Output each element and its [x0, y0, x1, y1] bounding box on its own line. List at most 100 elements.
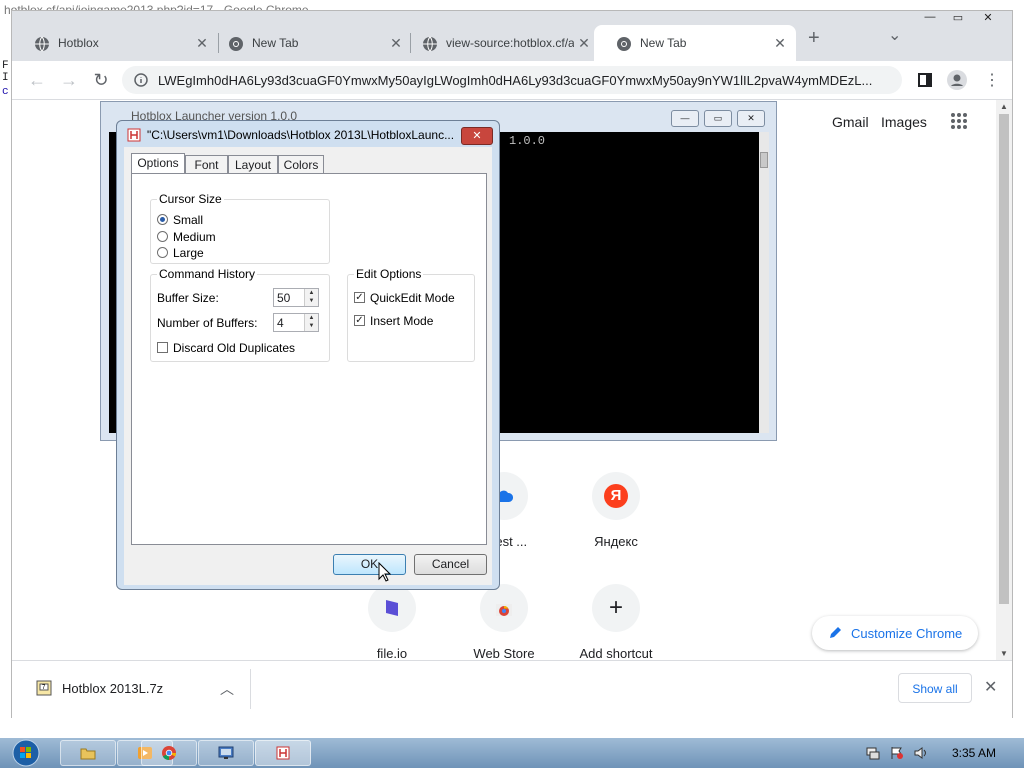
restore-button[interactable]: ▭: [704, 110, 732, 127]
close-icon[interactable]: ✕: [576, 35, 592, 51]
checkbox-label: QuickEdit Mode: [370, 291, 455, 305]
radio-large[interactable]: [157, 247, 168, 258]
tab-strip: Hotblox ✕ New Tab ✕ view-source:hotblox.…: [12, 11, 1012, 61]
taskbar-remote-desktop[interactable]: [198, 740, 254, 766]
radio-label: Small: [173, 213, 204, 227]
cursor-size-group: Cursor Size Small Medium Large: [150, 192, 330, 264]
chrome-icon: [617, 37, 631, 51]
insert-mode-checkbox[interactable]: ✓: [354, 315, 365, 326]
scroll-up-icon[interactable]: ▲: [1000, 102, 1008, 111]
dialog-body: Options Font Layout Colors Cursor Size S…: [124, 147, 492, 585]
group-title: Cursor Size: [157, 192, 224, 206]
profile-avatar-icon[interactable]: [947, 70, 967, 90]
forward-button[interactable]: →: [58, 69, 80, 91]
globe-icon: [35, 36, 49, 52]
close-icon[interactable]: ✕: [984, 677, 997, 697]
console-scrollbar[interactable]: [759, 132, 769, 433]
group-title: Command History: [157, 267, 258, 281]
customize-label: Customize Chrome: [851, 626, 963, 641]
file-io-icon: [368, 584, 416, 632]
yandex-icon: Я: [592, 472, 640, 520]
tab-new-tab[interactable]: New Tab ✕: [206, 25, 412, 61]
action-center-flag-icon[interactable]: [890, 746, 904, 760]
info-icon: [134, 73, 148, 87]
tab-font[interactable]: Font: [185, 155, 228, 173]
shortcut-web-store[interactable]: Web Store: [448, 584, 560, 661]
address-text: LWEgImh0dHA6Ly93d3cuaGF0YmwxMy50ayIgLWog…: [158, 73, 873, 88]
close-window-button[interactable]: ✕: [974, 11, 1002, 29]
customize-chrome-button[interactable]: Customize Chrome: [812, 616, 978, 650]
tab-colors[interactable]: Colors: [278, 155, 324, 173]
back-button[interactable]: ←: [26, 69, 48, 91]
tab-new-tab-active[interactable]: New Tab ✕: [594, 25, 796, 61]
taskbar: 3:35 AM: [0, 738, 1024, 768]
minimize-button[interactable]: —: [916, 11, 944, 29]
scrollbar-thumb[interactable]: [760, 152, 768, 168]
shortcut-label: Web Store: [473, 646, 535, 661]
shortcut-add[interactable]: + Add shortcut: [560, 584, 672, 661]
tab-layout[interactable]: Layout: [228, 155, 278, 173]
taskbar-explorer[interactable]: [60, 740, 116, 766]
volume-icon[interactable]: [914, 746, 928, 760]
taskbar-chrome[interactable]: [141, 740, 197, 766]
browser-toolbar: ← → ↻ LWEgImh0dHA6Ly93d3cuaGF0YmwxMy50ay…: [12, 61, 1012, 100]
buffer-size-stepper[interactable]: 50 ▲ ▼: [273, 288, 319, 307]
discard-duplicates-checkbox[interactable]: [157, 342, 168, 353]
menu-icon[interactable]: ⋮: [984, 70, 1000, 90]
shortcut-label: Add shortcut: [579, 646, 653, 661]
side-panel-icon[interactable]: [918, 73, 932, 87]
globe-icon: [423, 36, 437, 52]
dialog-title: "C:\Users\vm1\Downloads\Hotblox 2013L\Ho…: [147, 128, 455, 142]
close-button[interactable]: ✕: [737, 110, 765, 127]
page-scrollbar[interactable]: ▲ ▼: [996, 100, 1012, 660]
checkbox-label: Insert Mode: [370, 314, 434, 328]
tab-label: New Tab: [252, 36, 299, 50]
number-of-buffers-stepper[interactable]: 4 ▲ ▼: [273, 313, 319, 332]
stepper-arrows-icon[interactable]: ▲ ▼: [304, 314, 318, 331]
new-tab-button[interactable]: +: [808, 27, 820, 50]
hotblox-icon: [276, 746, 290, 760]
strip-char: c: [2, 86, 9, 98]
scrollbar-thumb[interactable]: [999, 114, 1009, 604]
archive-file-icon: 7: [36, 680, 52, 696]
show-all-button[interactable]: Show all: [898, 673, 972, 703]
address-bar[interactable]: LWEgImh0dHA6Ly93d3cuaGF0YmwxMy50ayIgLWog…: [122, 66, 902, 94]
download-shelf: 7 Hotblox 2013L.7z ︿ Show all ✕: [12, 660, 1012, 718]
web-store-icon: [480, 584, 528, 632]
tab-hotblox[interactable]: Hotblox ✕: [12, 25, 218, 61]
shortcut-yandex[interactable]: Я Яндекс: [560, 472, 672, 549]
stepper-arrows-icon[interactable]: ▲ ▼: [304, 289, 318, 306]
taskbar-hotblox[interactable]: [255, 740, 311, 766]
start-button-icon[interactable]: [6, 738, 46, 768]
tab-label: New Tab: [640, 36, 687, 50]
tab-view-source[interactable]: view-source:hotblox.cf/a ✕: [400, 25, 600, 61]
images-link[interactable]: Images: [881, 114, 927, 130]
shortcut-file-io[interactable]: file.io: [336, 584, 448, 661]
radio-small[interactable]: [157, 214, 168, 225]
pencil-icon: [830, 627, 841, 638]
remote-desktop-icon: [218, 746, 234, 759]
network-icon[interactable]: [866, 746, 880, 760]
tab-options[interactable]: Options: [131, 153, 185, 174]
restore-button[interactable]: ▭: [944, 11, 972, 29]
close-icon[interactable]: ✕: [772, 35, 788, 51]
google-apps-icon[interactable]: [950, 112, 968, 130]
command-history-group: Command History Buffer Size: 50 ▲ ▼ Numbe…: [150, 267, 330, 362]
tab-search-button[interactable]: ⌄: [888, 25, 901, 45]
radio-medium[interactable]: [157, 231, 168, 242]
edit-options-group: Edit Options ✓ QuickEdit Mode ✓ Insert M…: [347, 267, 475, 362]
reload-button[interactable]: ↻: [90, 69, 112, 91]
quickedit-checkbox[interactable]: ✓: [354, 292, 365, 303]
mouse-cursor-icon: [378, 562, 391, 582]
gmail-link[interactable]: Gmail: [832, 114, 869, 130]
download-item[interactable]: 7 Hotblox 2013L.7z ︿: [32, 669, 252, 709]
cancel-button[interactable]: Cancel: [414, 554, 487, 575]
clock-time[interactable]: 3:35 AM: [952, 746, 996, 760]
minimize-button[interactable]: —: [671, 110, 699, 127]
hotblox-icon: [127, 128, 141, 142]
scroll-down-icon[interactable]: ▼: [1000, 649, 1008, 658]
ok-button[interactable]: OK: [333, 554, 406, 575]
chevron-up-icon[interactable]: ︿: [220, 679, 234, 699]
dialog-close-button[interactable]: ✕: [461, 127, 493, 145]
plus-glyph: +: [608, 594, 623, 621]
